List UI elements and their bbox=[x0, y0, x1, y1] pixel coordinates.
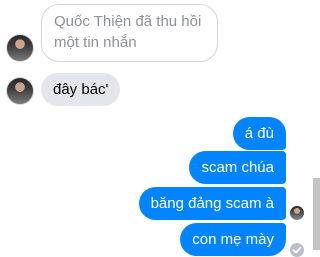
outgoing-message[interactable]: scam chúa bbox=[189, 151, 286, 184]
recalled-message-notice: Quốc Thiện đã thu hồi một tin nhắn bbox=[41, 4, 218, 62]
avatar[interactable] bbox=[6, 34, 34, 62]
chat-thread: Quốc Thiện đã thu hồi một tin nhắn đây b… bbox=[0, 0, 320, 257]
avatar[interactable] bbox=[6, 77, 34, 105]
seen-avatar-icon bbox=[290, 206, 304, 220]
outgoing-message[interactable]: á đù bbox=[232, 117, 286, 150]
scrollbar[interactable] bbox=[313, 178, 320, 250]
check-circle-icon bbox=[290, 243, 304, 257]
outgoing-message[interactable]: băng đảng scam à bbox=[138, 187, 286, 220]
incoming-message[interactable]: đây bác' bbox=[41, 73, 121, 106]
outgoing-message[interactable]: con mẹ mày bbox=[180, 223, 286, 256]
